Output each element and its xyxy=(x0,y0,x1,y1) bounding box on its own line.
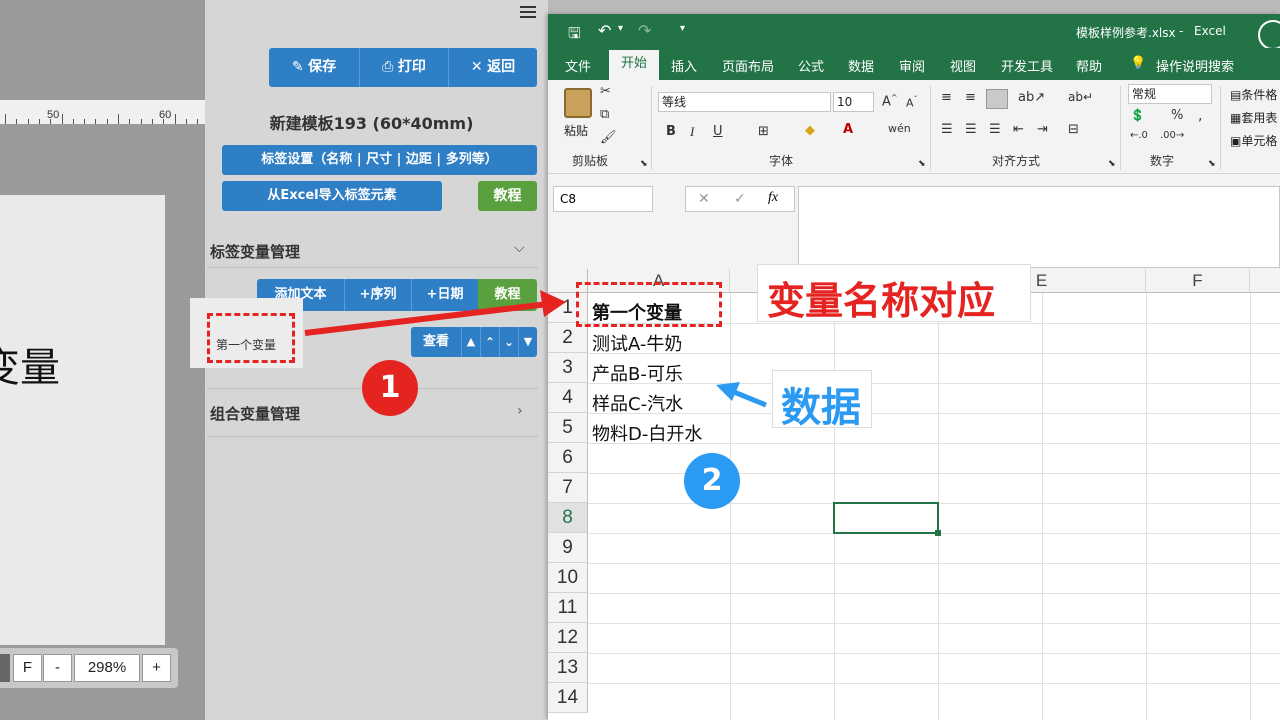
annotation-arrows xyxy=(304,290,767,408)
blue-arrow xyxy=(716,382,767,408)
red-arrow xyxy=(304,290,566,336)
